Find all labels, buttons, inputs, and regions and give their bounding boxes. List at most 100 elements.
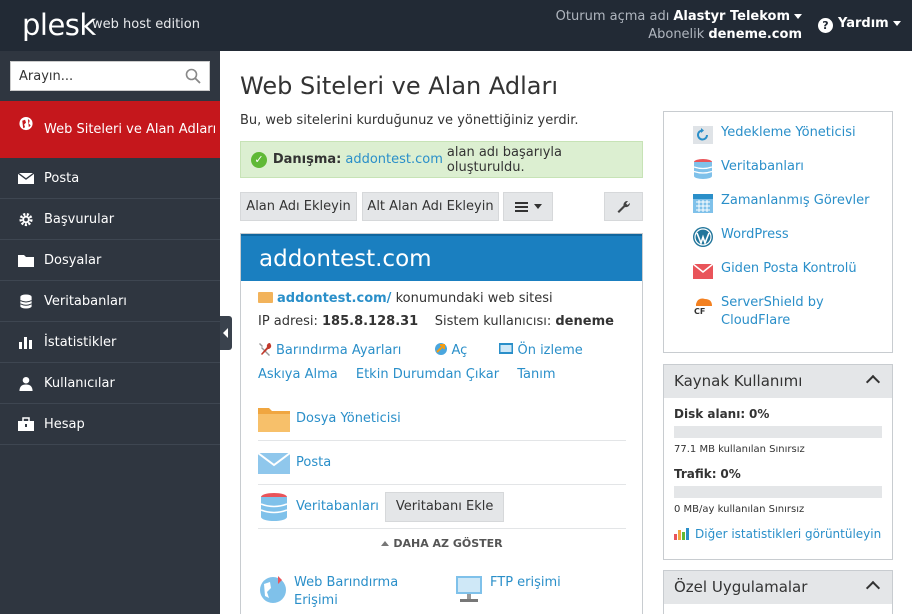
gear-icon <box>19 212 33 227</box>
database-icon <box>20 294 32 309</box>
wordpress-link[interactable]: WordPress <box>692 226 892 248</box>
envelope-icon <box>18 172 34 184</box>
chevron-down-icon <box>794 14 802 19</box>
sidebar-item-statistics[interactable]: İstatistikler <box>0 322 220 363</box>
hosting-settings-link[interactable]: Barındırma Ayarları <box>258 342 415 358</box>
sidebar: Web Siteleri ve Alan Adları Posta Başvur… <box>0 51 220 614</box>
search-input[interactable] <box>11 62 176 90</box>
add-subdomain-button[interactable]: Alt Alan Adı Ekleyin <box>362 192 499 221</box>
ip-label: IP adresi: <box>258 314 318 329</box>
domain-card: addontest.com addontest.com/ konumundaki… <box>240 233 643 614</box>
login-user-menu[interactable]: Alastyr Telekom <box>673 9 802 24</box>
chevron-up-icon <box>865 580 881 596</box>
tool-row: Dosya Yöneticisi <box>258 397 626 441</box>
disk-usage-bar <box>674 426 882 438</box>
globe-icon <box>19 116 33 131</box>
sidebar-item-databases[interactable]: Veritabanları <box>0 281 220 322</box>
ip-value: 185.8.128.31 <box>322 314 419 329</box>
show-less-toggle[interactable]: DAHA AZ GÖSTER <box>258 537 626 550</box>
alert-domain-link[interactable]: addontest.com <box>345 152 443 167</box>
tool-row: Posta <box>258 441 626 485</box>
open-site-link[interactable]: Aç <box>434 343 482 358</box>
ftp-access-link[interactable]: FTP erişimi <box>454 574 561 604</box>
sidebar-item-account[interactable]: Hesap <box>0 404 220 445</box>
ftp-icon <box>456 576 482 602</box>
database-icon <box>693 159 713 179</box>
wrench-icon <box>617 200 630 213</box>
sidebar-item-label: Veritabanları <box>44 293 127 309</box>
sidebar-item-label: Kullanıcılar <box>44 375 115 391</box>
add-domain-button[interactable]: Alan Adı Ekleyin <box>240 192 357 221</box>
database-icon <box>260 492 288 521</box>
preview-link[interactable]: Ön izleme <box>499 343 596 358</box>
preview-icon <box>499 343 514 354</box>
check-icon: ✓ <box>251 151 267 168</box>
custom-apps-header[interactable]: Özel Uygulamalar <box>664 571 892 604</box>
sidebar-item-applications[interactable]: Başvurular <box>0 199 220 240</box>
document-root-link[interactable]: addontest.com/ <box>277 291 391 306</box>
backup-manager-link[interactable]: Yedekleme Yöneticisi <box>692 124 892 146</box>
help-menu[interactable]: ? Yardım <box>818 16 901 33</box>
page-description: Bu, web sitelerini kurduğunuz ve yönetti… <box>240 113 579 128</box>
sidebar-item-label: Posta <box>44 170 80 186</box>
disk-label: Disk alanı: <box>674 407 746 421</box>
databases-quick-link[interactable]: Veritabanları <box>692 158 892 180</box>
backup-icon <box>693 126 713 144</box>
description-link[interactable]: Tanım <box>517 367 555 382</box>
suspend-link[interactable]: Askıya Alma <box>258 367 338 382</box>
sidebar-item-mail[interactable]: Posta <box>0 158 220 199</box>
subscription-label: Abonelik <box>648 27 705 42</box>
tool-row: Veritabanları Veritabanı Ekle <box>258 485 626 529</box>
servershield-link[interactable]: CF ServerShield by CloudFlare <box>692 294 892 330</box>
scheduled-tasks-link[interactable]: Zamanlanmış Görevler <box>692 192 892 214</box>
menu-icon <box>514 201 528 212</box>
deactivate-link[interactable]: Etkin Durumdan Çıkar <box>356 367 499 382</box>
more-tools: Web Barındırma Erişimi FTP erişimi <box>258 574 626 614</box>
sidebar-item-files[interactable]: Dosyalar <box>0 240 220 281</box>
chevron-down-icon <box>892 21 901 26</box>
user-icon <box>19 376 33 391</box>
resource-usage-header[interactable]: Kaynak Kullanımı <box>664 365 892 398</box>
traffic-detail: 0 MB/ay kullanılan Sınırsız <box>674 504 805 515</box>
more-statistics-link[interactable]: Diğer istatistikleri görüntüleyin <box>674 527 882 541</box>
disk-percent: 0% <box>748 407 770 421</box>
chevron-up-icon <box>865 374 881 390</box>
alert-text: alan adı başarıyla oluşturuldu. <box>446 144 562 175</box>
folder-icon <box>258 292 273 303</box>
open-icon <box>434 343 447 355</box>
mail-link[interactable]: Posta <box>296 455 331 470</box>
folder-icon <box>258 407 290 432</box>
plesk-logo[interactable]: plesk <box>22 8 96 42</box>
add-database-button[interactable]: Veritabanı Ekle <box>384 491 505 522</box>
traffic-percent: 0% <box>720 467 741 481</box>
domain-tools: Dosya Yöneticisi Posta Veritabanları Ver… <box>258 397 626 550</box>
bar-chart-icon <box>674 528 689 540</box>
databases-link[interactable]: Veritabanları <box>296 499 379 514</box>
more-actions-button[interactable] <box>503 192 553 221</box>
sidebar-item-websites[interactable]: Web Siteleri ve Alan Adları <box>0 101 220 158</box>
sidebar-item-users[interactable]: Kullanıcılar <box>0 363 220 404</box>
account-info: Oturum açma adı Alastyr Telekom Abonelik d… <box>556 8 802 44</box>
traffic-label: Trafik: <box>674 467 717 481</box>
document-root-text: konumundaki web sitesi <box>395 291 553 306</box>
web-hosting-access-link[interactable]: Web Barındırma Erişimi <box>258 574 404 610</box>
outgoing-mail-control-link[interactable]: Giden Posta Kontrolü <box>692 260 892 282</box>
disk-detail: 77.1 MB kullanılan Sınırsız <box>674 444 805 455</box>
bar-chart-icon <box>19 337 32 349</box>
sysuser-value: deneme <box>555 314 614 329</box>
search-icon[interactable] <box>185 68 201 84</box>
edition-label: web host edition <box>92 17 200 32</box>
sidebar-item-label: Hesap <box>44 416 85 432</box>
success-message: ✓ Danışma: addontest.com alan adı başarı… <box>240 141 643 178</box>
sidebar-item-label: Web Siteleri ve Alan Adları <box>44 121 217 137</box>
domain-name[interactable]: addontest.com <box>241 234 642 281</box>
sidebar-item-label: İstatistikler <box>44 334 117 350</box>
subscription-value[interactable]: deneme.com <box>708 27 802 42</box>
sidebar-item-label: Başvurular <box>44 211 115 227</box>
globe-icon <box>260 576 286 603</box>
settings-button[interactable] <box>604 192 643 221</box>
resource-usage-panel: Kaynak Kullanımı Disk alanı: 0% 77.1 MB … <box>663 364 893 560</box>
file-manager-link[interactable]: Dosya Yöneticisi <box>296 411 401 426</box>
cloudflare-icon: CF <box>694 298 712 316</box>
domain-details: addontest.com/ konumundaki web sitesi IP… <box>258 291 628 387</box>
